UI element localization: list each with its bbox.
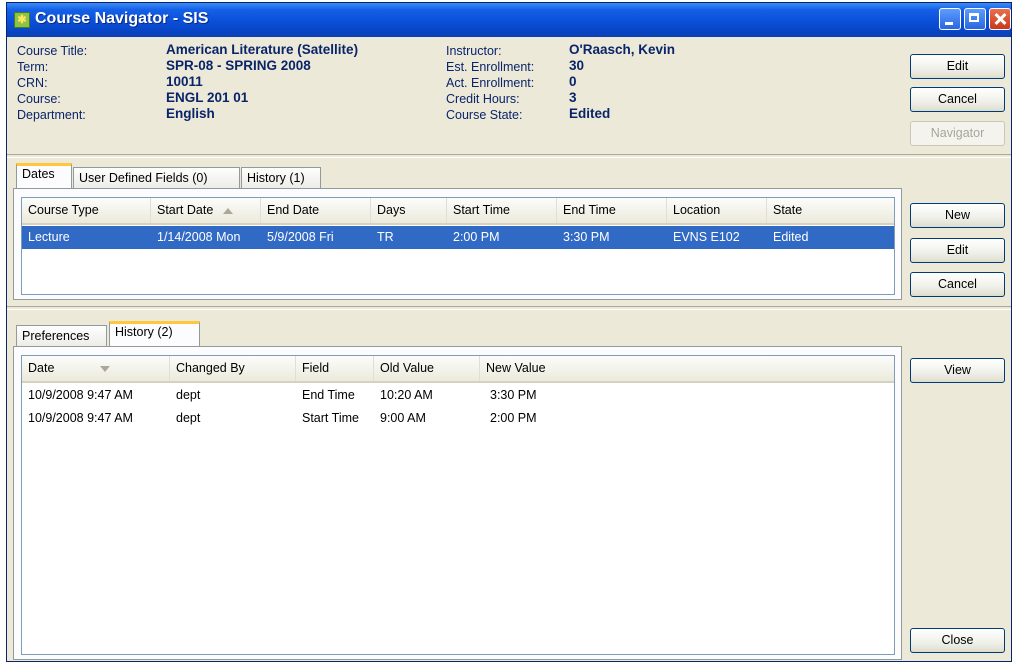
cell-state: Edited <box>773 230 809 244</box>
instructor-label: Instructor: <box>446 44 502 58</box>
dates-cancel-button[interactable]: Cancel <box>910 272 1005 297</box>
course-info-values-right: O'Raasch, Kevin 30 0 3 Edited <box>569 42 675 122</box>
course-label: Course: <box>17 92 61 106</box>
dates-row[interactable]: Lecture 1/14/2008 Mon 5/9/2008 Fri TR 2:… <box>22 226 894 249</box>
course-edit-button[interactable]: Edit <box>910 54 1005 79</box>
tab-preferences[interactable]: Preferences <box>16 325 107 347</box>
department-label: Department: <box>17 108 86 122</box>
close-window-button[interactable] <box>989 8 1011 30</box>
sort-ascending-icon <box>223 207 234 214</box>
instructor-value: O'Raasch, Kevin <box>569 42 676 57</box>
course-info-labels-right: Instructor: Est. Enrollment: Act. Enroll… <box>446 43 534 123</box>
col-date-label: Date <box>28 361 55 375</box>
col-end-date[interactable]: End Date <box>261 198 371 223</box>
history-row[interactable]: 10/9/2008 9:47 AM dept End Time 10:20 AM… <box>22 384 894 407</box>
cell-new-value: 3:30 PM <box>490 388 537 402</box>
cell-changed-by: dept <box>176 388 201 402</box>
tab-dates[interactable]: Dates <box>16 163 72 188</box>
cell-date: 10/9/2008 9:47 AM <box>28 411 133 425</box>
maximize-button[interactable] <box>964 8 986 30</box>
dates-grid-header: Course Type Start Date End Date Days Sta… <box>22 198 894 225</box>
tab-user-defined-fields[interactable]: User Defined Fields (0) <box>73 167 240 189</box>
crn-value: 10011 <box>166 74 203 89</box>
close-button[interactable]: Close <box>910 628 1005 653</box>
col-state[interactable]: State <box>767 198 894 223</box>
col-days[interactable]: Days <box>371 198 447 223</box>
cell-old-value: 9:00 AM <box>380 411 426 425</box>
col-new-value[interactable]: New Value <box>480 356 894 381</box>
history-row[interactable]: 10/9/2008 9:47 AM dept Start Time 9:00 A… <box>22 407 894 430</box>
cell-days: TR <box>377 230 394 244</box>
crn-label: CRN: <box>17 76 48 90</box>
col-start-date-label: Start Date <box>157 203 214 217</box>
course-title-value: American Literature (Satellite) <box>166 42 359 57</box>
col-start-time[interactable]: Start Time <box>447 198 557 223</box>
col-field[interactable]: Field <box>296 356 374 381</box>
course-title-label: Course Title: <box>17 44 88 58</box>
cell-start-time: 2:00 PM <box>453 230 500 244</box>
course-info-values-left: American Literature (Satellite) SPR-08 -… <box>166 42 358 122</box>
est-enrollment-label: Est. Enrollment: <box>446 60 535 74</box>
title-bar[interactable]: ✱ Course Navigator - SIS <box>7 3 1011 37</box>
col-course-type[interactable]: Course Type <box>22 198 151 223</box>
course-navigator-window: ✱ Course Navigator - SIS Course Title: T… <box>6 2 1012 662</box>
tab-history-lower[interactable]: History (2) <box>109 321 200 346</box>
view-button[interactable]: View <box>910 358 1005 383</box>
navigator-button[interactable]: Navigator <box>910 121 1005 146</box>
col-date[interactable]: Date <box>22 356 170 381</box>
col-changed-by[interactable]: Changed By <box>170 356 296 381</box>
minimize-button[interactable] <box>939 8 961 30</box>
cell-new-value: 2:00 PM <box>490 411 537 425</box>
credit-hours-value: 3 <box>569 90 577 105</box>
cell-end-time: 3:30 PM <box>563 230 610 244</box>
col-location[interactable]: Location <box>667 198 767 223</box>
act-enrollment-value: 0 <box>569 74 577 89</box>
cell-date: 10/9/2008 9:47 AM <box>28 388 133 402</box>
credit-hours-label: Credit Hours: <box>446 92 520 106</box>
window-title: Course Navigator - SIS <box>35 10 209 27</box>
cell-field: End Time <box>302 388 355 402</box>
history-panel: Date Changed By Field Old Value New Valu… <box>13 346 902 660</box>
course-state-value: Edited <box>569 106 611 121</box>
cell-old-value: 10:20 AM <box>380 388 433 402</box>
cell-location: EVNS E102 <box>673 230 740 244</box>
header-divider <box>7 154 1011 158</box>
term-label: Term: <box>17 60 49 74</box>
est-enrollment-value: 30 <box>569 58 585 73</box>
act-enrollment-label: Act. Enrollment: <box>446 76 535 90</box>
splitter[interactable] <box>7 306 1011 310</box>
history-grid[interactable]: Date Changed By Field Old Value New Valu… <box>21 355 895 655</box>
cell-end-date: 5/9/2008 Fri <box>267 230 334 244</box>
col-end-time[interactable]: End Time <box>557 198 667 223</box>
department-value: English <box>166 106 215 121</box>
course-state-label: Course State: <box>446 108 523 122</box>
cell-course-type: Lecture <box>28 230 70 244</box>
cell-field: Start Time <box>302 411 359 425</box>
term-value: SPR-08 - SPRING 2008 <box>166 58 311 73</box>
cell-changed-by: dept <box>176 411 201 425</box>
tab-history-upper[interactable]: History (1) <box>241 167 321 189</box>
dates-new-button[interactable]: New <box>910 203 1005 228</box>
sort-descending-icon <box>100 365 111 372</box>
app-icon: ✱ <box>14 12 30 28</box>
dates-edit-button[interactable]: Edit <box>910 238 1005 263</box>
col-old-value[interactable]: Old Value <box>374 356 480 381</box>
dates-grid[interactable]: Course Type Start Date End Date Days Sta… <box>21 197 895 295</box>
course-cancel-button[interactable]: Cancel <box>910 87 1005 112</box>
course-value: ENGL 201 01 <box>166 90 249 105</box>
course-info-labels-left: Course Title: Term: CRN: Course: Departm… <box>17 43 87 123</box>
cell-start-date: 1/14/2008 Mon <box>157 230 241 244</box>
col-start-date[interactable]: Start Date <box>151 198 261 223</box>
history-grid-header: Date Changed By Field Old Value New Valu… <box>22 356 894 383</box>
dates-panel: Course Type Start Date End Date Days Sta… <box>13 188 902 300</box>
